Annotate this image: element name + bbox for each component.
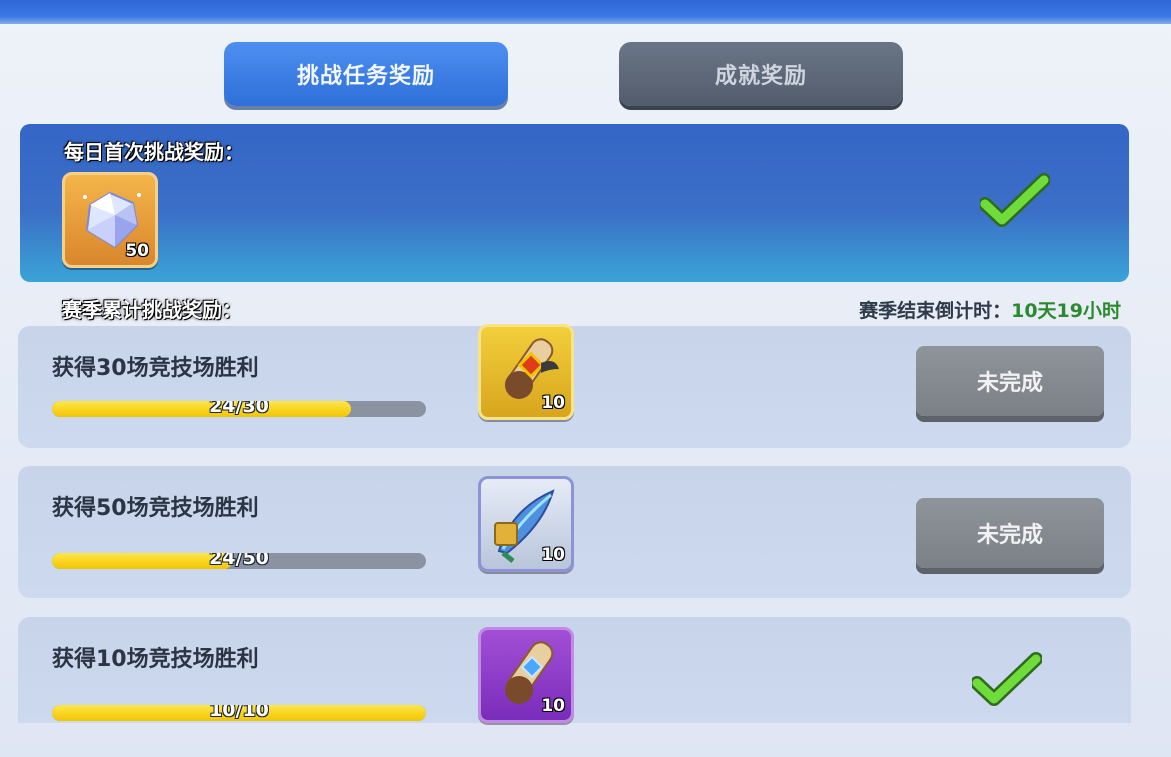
- progress-bar: 24/50: [52, 553, 426, 569]
- check-icon: [972, 652, 1042, 706]
- progress-bar: 10/10: [52, 705, 426, 721]
- reward-qty: 10: [541, 696, 565, 716]
- daily-reward-title: 每日首次挑战奖励：: [64, 140, 244, 164]
- countdown-label: 赛季结束倒计时：: [859, 300, 1012, 322]
- reward-item[interactable]: 10: [478, 627, 574, 723]
- task-row: 获得10场竞技场胜利 10/10 10: [18, 617, 1131, 723]
- progress-bar: 24/30: [52, 401, 426, 417]
- countdown-value: 10天19小时: [1011, 300, 1121, 322]
- daily-reward-item[interactable]: 50: [62, 172, 158, 268]
- daily-reward-qty: 50: [125, 241, 149, 261]
- tab-achievement-rewards[interactable]: 成就奖励: [619, 42, 903, 106]
- tab-achievement-rewards-label: 成就奖励: [714, 64, 807, 89]
- tab-challenge-rewards-label: 挑战任务奖励: [296, 64, 435, 89]
- check-icon: [980, 173, 1050, 227]
- tab-challenge-rewards[interactable]: 挑战任务奖励: [224, 42, 508, 106]
- season-rewards-title: 赛季累计挑战奖励：: [62, 298, 242, 322]
- reward-item[interactable]: 10: [478, 324, 574, 420]
- task-row: 获得30场竞技场胜利 24/30 10 未完成: [18, 324, 1131, 448]
- status-label: 未完成: [976, 371, 1043, 396]
- daily-reward-panel: 每日首次挑战奖励： 50: [20, 124, 1129, 282]
- progress-text: 24/50: [209, 553, 269, 569]
- status-label: 未完成: [976, 523, 1043, 548]
- status-button[interactable]: 未完成: [916, 346, 1104, 416]
- progress-text: 24/30: [209, 401, 269, 417]
- task-row: 获得50场竞技场胜利 24/50 10 未完成: [18, 466, 1131, 598]
- status-button[interactable]: 未完成: [916, 498, 1104, 568]
- task-title: 获得10场竞技场胜利: [52, 647, 259, 672]
- task-title: 获得50场竞技场胜利: [52, 496, 259, 521]
- task-title: 获得30场竞技场胜利: [52, 356, 259, 381]
- reward-qty: 10: [541, 545, 565, 565]
- top-bar: [0, 0, 1171, 24]
- progress-text: 10/10: [209, 705, 269, 721]
- reward-qty: 10: [541, 393, 565, 413]
- reward-item[interactable]: 10: [478, 476, 574, 572]
- season-countdown: 赛季结束倒计时：10天19小时: [859, 296, 1121, 323]
